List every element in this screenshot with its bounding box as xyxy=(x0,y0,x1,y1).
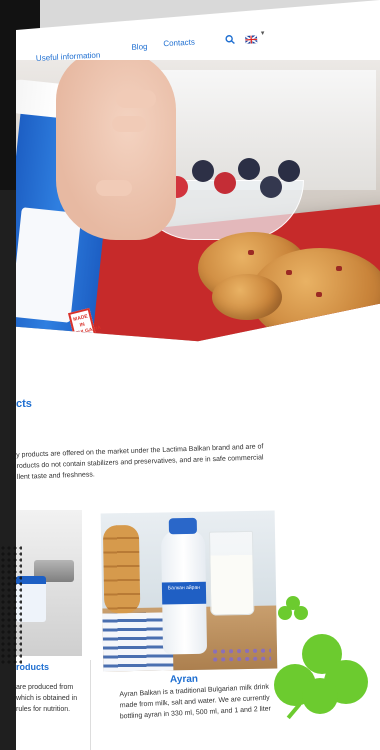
blueberry xyxy=(260,176,282,198)
product-card-text-left: are produced from which is obtained in r… xyxy=(16,682,80,715)
chevron-down-icon[interactable]: ▾ xyxy=(261,29,265,37)
uk-flag-icon[interactable] xyxy=(244,30,258,45)
cookie-cranberry xyxy=(286,270,292,275)
finger xyxy=(96,180,132,196)
cookie-stack xyxy=(102,524,141,614)
products-intro: y products are offered on the market und… xyxy=(16,440,297,483)
cookie-cranberry xyxy=(336,266,342,271)
card-text-line: are produced from xyxy=(16,684,74,691)
website-page: MADE IN BULGARIA Useful information Blog… xyxy=(16,0,380,750)
section-title-products: cts xyxy=(16,398,32,410)
nav-contacts[interactable]: Contacts xyxy=(163,38,195,49)
clover-icon xyxy=(278,596,318,624)
product-card-image-left[interactable] xyxy=(16,510,82,656)
product-card-title-ayran[interactable]: Ayran xyxy=(170,674,198,685)
blueberry xyxy=(192,160,214,182)
search-icon[interactable] xyxy=(225,31,236,45)
product-card-text-ayran: Ayran Balkan is a traditional Bulgarian … xyxy=(108,681,281,723)
cookie xyxy=(212,274,282,320)
bottle-cap xyxy=(168,517,198,535)
cookie-cranberry xyxy=(248,250,254,255)
card-text-line: rules for nutrition. xyxy=(16,706,71,713)
raspberry xyxy=(214,172,236,194)
glass-of-ayran xyxy=(208,530,255,616)
blueberry xyxy=(238,158,260,180)
card-divider xyxy=(90,660,91,750)
card-text-line: which is obtained in xyxy=(16,695,78,702)
header: Useful information Blog Contacts ▾ xyxy=(16,0,380,120)
clover-icon xyxy=(272,634,372,724)
yogurt-cup-label xyxy=(16,207,82,323)
nav-useful-information[interactable]: Useful information xyxy=(36,51,101,63)
blueberry xyxy=(278,160,300,182)
bottle-label: Балкан айран xyxy=(161,581,207,605)
clover-leaf xyxy=(294,606,308,620)
nav-blog[interactable]: Blog xyxy=(131,42,147,52)
lavender-flowers xyxy=(210,646,272,662)
speckled-decoration xyxy=(0,545,22,665)
main-navigation: Useful information Blog Contacts ▾ xyxy=(33,22,375,80)
clover-leaf xyxy=(302,678,338,714)
product-card-image-ayran[interactable]: Балкан айран xyxy=(100,510,278,672)
clover-leaf xyxy=(278,606,292,620)
cookie-cranberry xyxy=(316,292,322,297)
